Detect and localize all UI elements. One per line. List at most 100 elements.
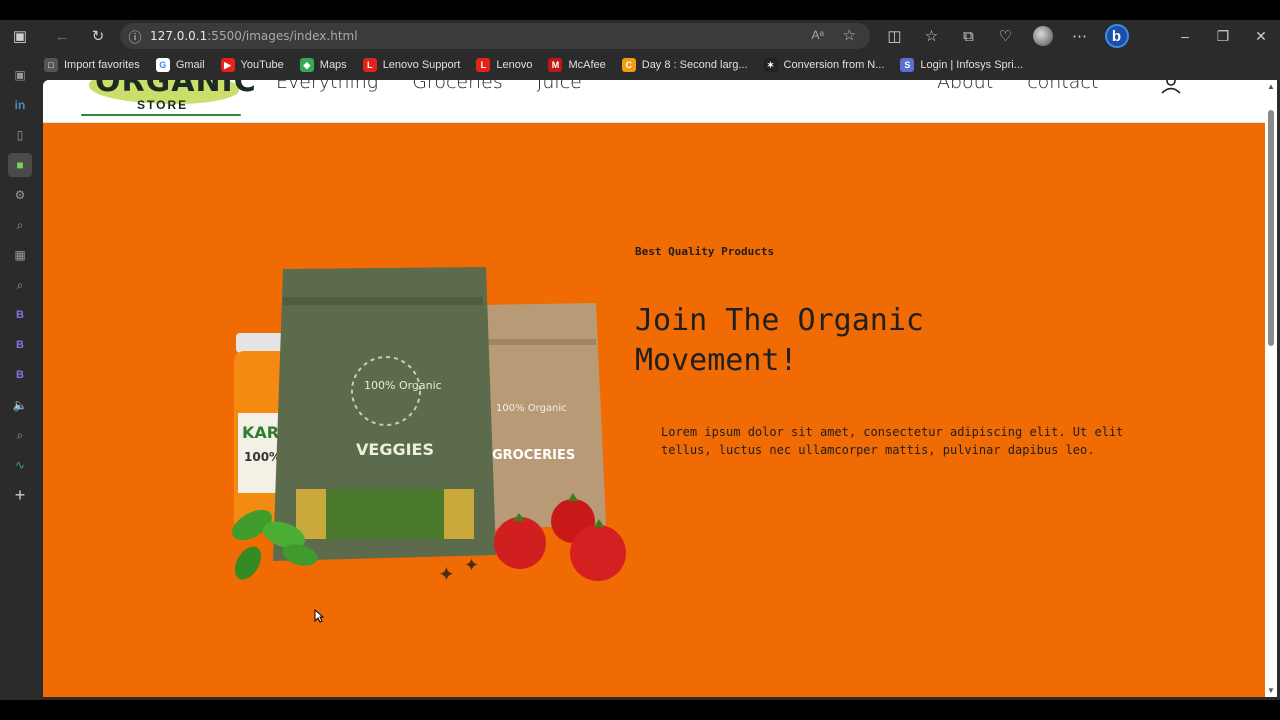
bookmark-label: Login | Infosys Spri...: [920, 59, 1023, 71]
site-info-icon[interactable]: ⓘ: [120, 27, 150, 46]
restore-button[interactable]: ❐: [1204, 20, 1242, 52]
bookmark-item[interactable]: C Day 8 : Second larg...: [621, 58, 748, 72]
sidebar-b-icon-2[interactable]: B: [0, 330, 40, 360]
bookmark-item[interactable]: S Login | Infosys Spri...: [900, 58, 1023, 72]
groceries-label: GROCERIES: [492, 448, 575, 463]
user-account-icon[interactable]: [1160, 80, 1182, 94]
sidebar-speaker-icon[interactable]: 🔈: [0, 390, 40, 420]
url-text[interactable]: 127.0.0.1:5500/images/index.html: [150, 29, 358, 43]
bookmark-item[interactable]: ▶ YouTube: [220, 58, 284, 72]
groceries-bag: 100% Organic GROCERIES: [483, 303, 606, 529]
bookmark-favicon-icon: G: [155, 58, 170, 72]
minimize-button[interactable]: –: [1166, 20, 1204, 52]
sidebar-app-icon[interactable]: ■: [0, 150, 40, 180]
scrollbar-thumb[interactable]: [1268, 110, 1274, 346]
bookmark-label: Maps: [319, 59, 347, 71]
hero-tagline: Best Quality Products: [635, 245, 775, 258]
sidebar-b-icon-3[interactable]: B: [0, 360, 40, 390]
sidebar-document-icon[interactable]: ▯: [0, 120, 40, 150]
window-controls: – ❐ ✕: [1166, 20, 1280, 52]
address-bar[interactable]: ⓘ 127.0.0.1:5500/images/index.html Aᵃ ☆: [120, 23, 870, 49]
favorite-star-icon[interactable]: ☆: [843, 26, 856, 44]
star-anise: ✦ ✦: [438, 555, 479, 586]
bookmark-favicon-icon: □: [44, 58, 58, 72]
sidebar-linkedin-icon-glyph: in: [14, 98, 26, 112]
sidebar-chart-icon[interactable]: ∿: [0, 450, 40, 480]
bookmark-item[interactable]: M McAfee: [548, 58, 606, 72]
bing-icon: b: [1104, 24, 1129, 48]
veggies-badge: 100% Organic: [364, 379, 442, 392]
nav-right: About contact: [937, 80, 1132, 93]
bookmark-item[interactable]: ✶ Conversion from N...: [763, 58, 884, 72]
health-icon[interactable]: ♡: [987, 20, 1024, 52]
bookmark-item[interactable]: □ Import favorites: [44, 58, 140, 72]
refresh-button[interactable]: ↻: [80, 20, 116, 52]
more-menu-icon[interactable]: ⋯: [1061, 20, 1098, 52]
favorites-icon[interactable]: ☆: [913, 20, 950, 52]
nav-link-everything[interactable]: Everything: [276, 80, 378, 93]
veggies-bag: 100% Organic VEGGIES: [273, 267, 496, 561]
bookmark-label: YouTube: [240, 59, 284, 71]
sidebar-speaker-icon-glyph: 🔈: [12, 398, 28, 412]
browser-sidebar: ▣ in ▯ ■ ⚙ ⌕ ▦ ⌕ B B B 🔈 ⌕ ∿ +: [0, 60, 40, 700]
bookmark-favicon-icon: L: [362, 58, 377, 72]
hero-description: Lorem ipsum dolor sit amet, consectetur …: [661, 425, 1124, 457]
bookmark-label: Import favorites: [64, 59, 140, 71]
nav-link-juice[interactable]: Juice: [537, 80, 582, 93]
logo-word: ORGANIC: [95, 80, 257, 99]
page-scrollbar[interactable]: ▲ ▼: [1265, 80, 1277, 697]
sidebar-add-icon[interactable]: +: [0, 480, 40, 510]
read-aloud-icon[interactable]: Aᵃ: [812, 28, 824, 42]
bookmark-favicon-icon: S: [900, 58, 915, 72]
bookmark-item[interactable]: ◆ Maps: [299, 58, 347, 72]
bookmark-favicon-icon: ▶: [220, 58, 235, 72]
nav-link-about[interactable]: About: [937, 80, 993, 93]
hero-section: KAR 100% 100% Organic GROCERIES 100% Org…: [43, 123, 1265, 697]
bookmark-item[interactable]: G Gmail: [155, 58, 205, 72]
workspaces-icon[interactable]: ▣: [2, 20, 38, 52]
product-image: KAR 100% 100% Organic GROCERIES 100% Org…: [232, 267, 626, 586]
scroll-up-arrow-icon[interactable]: ▲: [1267, 82, 1275, 91]
sidebar-app-icon-2-glyph: ⚙: [14, 188, 26, 202]
profile-avatar[interactable]: [1024, 20, 1061, 52]
site-header: ORGANIC STORE Everything Groceries Juice…: [43, 80, 1265, 123]
bookmark-item[interactable]: L Lenovo: [476, 58, 532, 72]
nav-link-groceries[interactable]: Groceries: [412, 80, 503, 93]
store-logo[interactable]: ORGANIC STORE: [79, 80, 256, 120]
bookmark-favicon-icon: L: [476, 58, 491, 72]
browser-window: ▣ ← ↻ ⓘ 127.0.0.1:5500/images/index.html…: [0, 20, 1280, 700]
sidebar-b-icon-1[interactable]: B: [0, 300, 40, 330]
bookmark-favicon-icon: ◆: [299, 58, 314, 72]
bookmark-item[interactable]: L Lenovo Support: [362, 58, 461, 72]
sidebar-app-icon-2[interactable]: ⚙: [0, 180, 40, 210]
sidebar-app-icon-3-glyph: ⌕: [16, 217, 24, 232]
sidebar-app-icon-5[interactable]: ⌕: [0, 270, 40, 300]
sidebar-search-icon[interactable]: ⌕: [0, 420, 40, 450]
sidebar-search-icon-glyph: ⌕: [16, 427, 24, 442]
bookmarks-bar: □ Import favorites G Gmail ▶ YouTube ◆ Maps L Len…: [44, 53, 1039, 77]
sidebar-app-icon-4-glyph: ▦: [14, 248, 26, 262]
bing-copilot-icon[interactable]: b: [1098, 20, 1135, 52]
sidebar-b-icon-2-glyph: B: [16, 339, 24, 351]
sidebar-app-icon-4[interactable]: ▦: [0, 240, 40, 270]
sidebar-app-icon-3[interactable]: ⌕: [0, 210, 40, 240]
bookmark-favicon-icon: M: [548, 58, 563, 72]
collections-icon[interactable]: ⧉: [950, 20, 987, 52]
sidebar-linkedin-icon[interactable]: in: [0, 90, 40, 120]
bookmark-label: Day 8 : Second larg...: [641, 59, 748, 71]
sidebar-b-icon-3-glyph: B: [16, 369, 24, 381]
sidebar-app-icon-glyph: ■: [8, 153, 32, 177]
nav-link-contact[interactable]: contact: [1027, 80, 1098, 93]
bookmark-label: Lenovo Support: [382, 59, 461, 71]
split-screen-icon[interactable]: ◫: [876, 20, 913, 52]
sidebar-tabs-icon-glyph: ▣: [14, 68, 26, 82]
sidebar-add-icon-glyph: +: [14, 484, 26, 505]
sidebar-app-icon-5-glyph: ⌕: [16, 277, 24, 292]
groceries-badge: 100% Organic: [496, 403, 567, 414]
avatar: [1032, 26, 1053, 46]
logo-underline: [81, 114, 241, 116]
scroll-down-arrow-icon[interactable]: ▼: [1267, 686, 1275, 695]
sidebar-tabs-icon[interactable]: ▣: [0, 60, 40, 90]
back-button[interactable]: ←: [44, 20, 80, 52]
close-button[interactable]: ✕: [1242, 20, 1280, 52]
